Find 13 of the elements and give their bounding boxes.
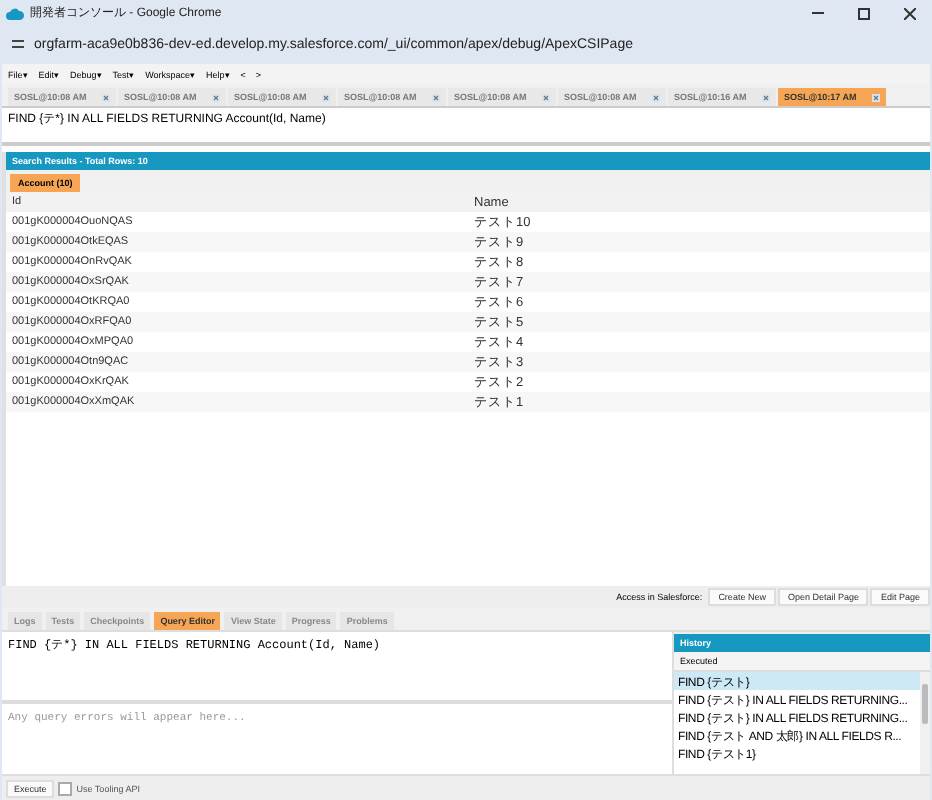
close-tab-icon[interactable] (102, 93, 110, 101)
close-icon[interactable] (904, 7, 916, 19)
close-tab-icon[interactable] (322, 93, 330, 101)
close-tab-icon[interactable] (542, 93, 550, 101)
close-tab-icon[interactable] (762, 93, 770, 101)
maximize-icon[interactable] (858, 7, 870, 19)
close-tab-icon[interactable] (212, 93, 220, 101)
checkbox[interactable] (58, 781, 73, 795)
cloud-icon (6, 7, 24, 19)
close-tab-icon[interactable] (652, 93, 660, 101)
close-tab-icon[interactable] (432, 93, 440, 101)
site-settings-icon[interactable] (12, 38, 24, 50)
close-tab-icon[interactable] (872, 93, 880, 101)
